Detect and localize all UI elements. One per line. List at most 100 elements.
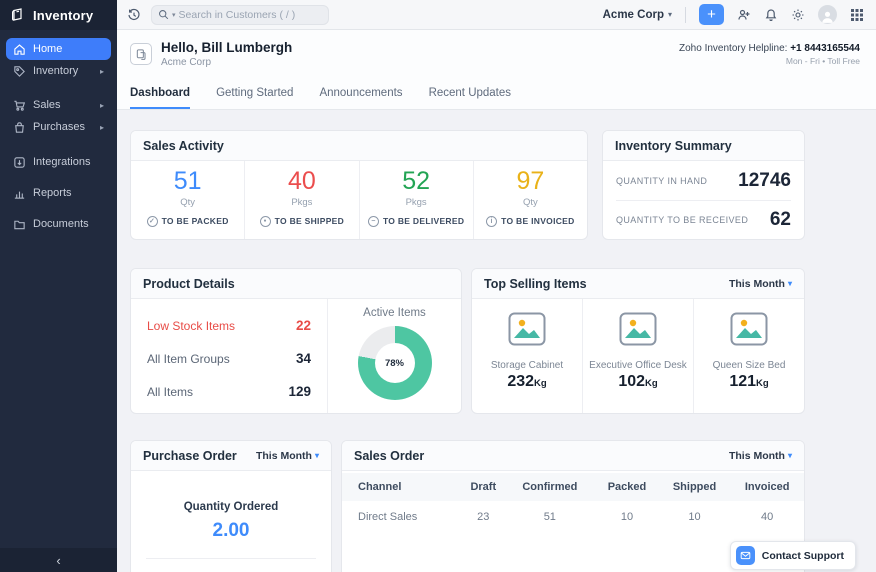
sidebar-item-label: Sales [33,99,61,111]
sidebar-item-integrations[interactable]: Integrations [6,151,111,173]
contact-support-label: Contact Support [762,550,844,562]
tab-dashboard[interactable]: Dashboard [130,78,190,109]
metric-value: 97 [516,168,544,196]
tag-icon [13,65,26,78]
cell-shipped: 10 [659,501,731,532]
col-header: Invoiced [730,473,804,501]
metric-status: TO BE PACKED [162,216,229,226]
sidebar-nav: Home Inventory ▸ Sales ▸ Purchases ▸ I [0,30,117,548]
row-value: 34 [296,351,311,366]
low-stock-items-link[interactable]: Low Stock Items 22 [147,309,311,342]
sales-activity-delivered[interactable]: 52 Pkgs −TO BE DELIVERED [359,161,473,240]
row-value: 12746 [738,170,791,192]
sidebar-item-home[interactable]: Home [6,38,111,60]
qty-ordered-label: Quantity Ordered [184,501,279,513]
chevron-down-icon: ▾ [788,279,792,288]
chevron-right-icon: ▸ [100,67,104,76]
sidebar-item-sales[interactable]: Sales ▸ [6,94,111,116]
org-subtitle: Acme Corp [161,57,292,68]
top-item[interactable]: Queen Size Bed 121Kg [693,299,804,414]
top-item[interactable]: Storage Cabinet 232Kg [472,299,582,414]
bag-icon [13,121,26,134]
recent-history-icon[interactable] [127,8,141,22]
user-avatar[interactable] [818,5,837,24]
row-value: 129 [288,384,311,399]
check-circle-icon: ✓ [147,216,158,227]
product-details-card: Product Details Low Stock Items 22 All I… [130,268,462,414]
inventory-summary-card: Inventory Summary QUANTITY IN HAND 12746… [602,130,805,240]
quick-create-button[interactable]: + [699,4,724,25]
sidebar-item-label: Documents [33,218,89,230]
chevron-down-icon[interactable]: ▾ [172,11,176,19]
purchase-order-card: Purchase Order This Month▾ Quantity Orde… [130,440,332,572]
notifications-bell-icon[interactable] [764,8,778,22]
sales-activity-packed[interactable]: 51 Qty ✓ TO BE PACKED [131,161,244,240]
sidebar-item-reports[interactable]: Reports [6,182,111,204]
global-search[interactable]: ▾ [151,5,329,25]
chevron-down-icon: ▾ [315,451,319,460]
col-header: Draft [462,473,504,501]
inventory-logo-icon [10,7,26,23]
sidebar-item-label: Inventory [33,65,78,77]
period-selector[interactable]: This Month▾ [256,450,319,462]
apps-grid-icon[interactable] [850,8,864,22]
cell-draft: 23 [462,501,504,532]
col-header: Confirmed [504,473,595,501]
metric-unit: Qty [180,197,195,208]
inventory-row-to-receive: QUANTITY TO BE RECEIVED 62 [616,200,791,239]
image-placeholder-icon [508,312,546,346]
divider [146,558,316,559]
col-header: Channel [342,473,462,501]
top-item[interactable]: Executive Office Desk 102Kg [582,299,693,414]
tab-announcements[interactable]: Announcements [319,78,402,109]
delivered-circle-icon: − [368,216,379,227]
metric-status: TO BE DELIVERED [383,216,464,226]
row-label: QUANTITY TO BE RECEIVED [616,215,748,225]
sidebar-item-purchases[interactable]: Purchases ▸ [6,116,111,138]
table-row[interactable]: Direct Sales 23 51 10 10 40 [342,501,804,532]
item-unit: Kg [534,378,547,389]
item-qty: 121 [729,373,756,390]
row-label: All Items [147,385,193,399]
sidebar-collapse-button[interactable]: ‹ [0,548,117,572]
shipped-circle-icon: ● [260,216,271,227]
period-selector[interactable]: This Month▾ [729,278,792,290]
app-title: Inventory [33,8,93,23]
folder-icon [13,218,26,231]
sidebar-item-documents[interactable]: Documents [6,213,111,235]
tab-recent-updates[interactable]: Recent Updates [429,78,511,109]
cart-icon [13,99,26,112]
sidebar-item-label: Home [33,43,62,55]
cell-invoiced: 40 [730,501,804,532]
sidebar-item-inventory[interactable]: Inventory ▸ [6,60,111,82]
metric-unit: Qty [523,197,538,208]
donut-chart-label: Active Items [363,307,426,319]
metric-unit: Pkgs [406,197,427,208]
sales-activity-invoiced[interactable]: 97 Qty iTO BE INVOICED [473,161,587,240]
tab-getting-started[interactable]: Getting Started [216,78,293,109]
period-selector[interactable]: This Month▾ [729,450,792,462]
sales-activity-shipped[interactable]: 40 Pkgs ●TO BE SHIPPED [244,161,358,240]
col-header: Packed [595,473,659,501]
cell-confirmed: 51 [504,501,595,532]
users-icon[interactable] [737,8,751,22]
topbar-divider [685,7,686,23]
search-input[interactable] [179,9,299,21]
invoiced-circle-icon: i [486,216,497,227]
org-selector[interactable]: Acme Corp ▾ [603,9,672,21]
sidebar-item-label: Purchases [33,121,85,133]
metric-value: 51 [174,168,202,196]
card-title: Purchase Order [143,449,237,463]
item-name: Executive Office Desk [589,360,687,371]
all-item-groups-link[interactable]: All Item Groups 34 [147,342,311,375]
contact-support-button[interactable]: Contact Support [730,541,856,570]
org-name: Acme Corp [603,9,664,21]
col-header: Shipped [659,473,731,501]
card-title: Top Selling Items [484,277,587,291]
metric-status: TO BE SHIPPED [275,216,344,226]
item-unit: Kg [756,378,769,389]
app-logo[interactable]: Inventory [0,0,117,30]
all-items-link[interactable]: All Items 129 [147,375,311,408]
settings-gear-icon[interactable] [791,8,805,22]
sales-activity-card: Sales Activity 51 Qty ✓TO BE PACKED 40 P… [130,130,588,240]
